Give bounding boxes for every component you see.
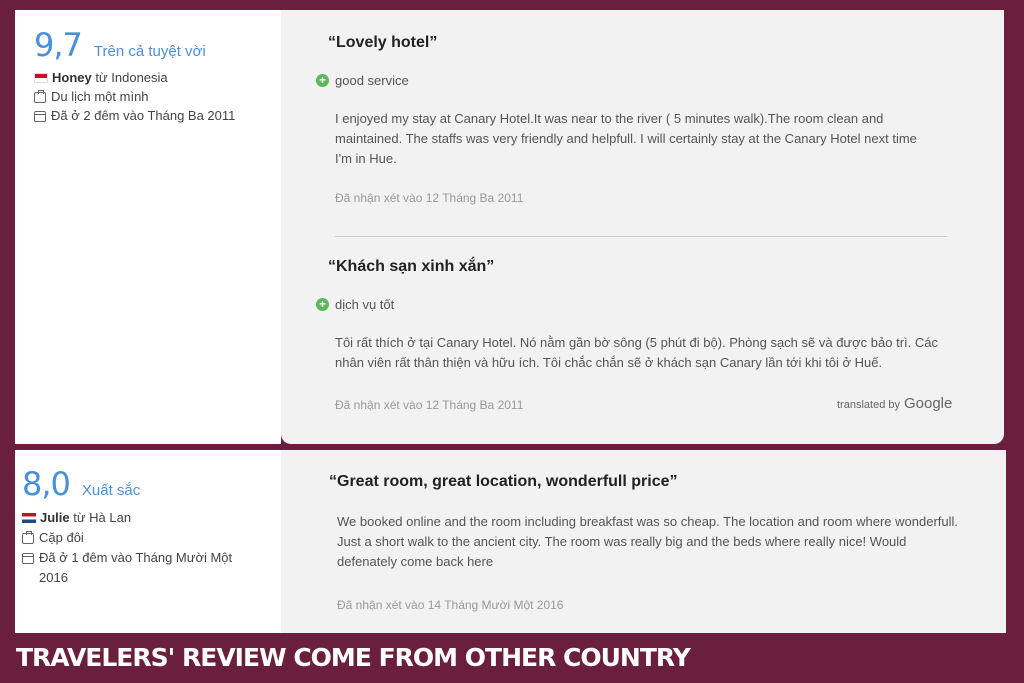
plus-icon: + (316, 74, 329, 87)
banner-caption: TRAVELERS' REVIEW COME FROM OTHER COUNTR… (16, 643, 691, 672)
calendar-icon (34, 111, 46, 122)
review-text: I enjoyed my stay at Canary Hotel.It was… (335, 111, 917, 166)
plus-icon: + (316, 298, 329, 311)
review-score: 9,7 Trên cả tuyệt vời (34, 26, 206, 64)
score-value: 8,0 (22, 465, 71, 503)
reviewer-origin: từ Hà Lan (69, 510, 132, 525)
review-title-translated: “Khách sạn xinh xắn” (328, 258, 495, 275)
flag-indonesia-icon (34, 73, 48, 83)
translated-by-label: translated by (837, 399, 900, 411)
reviewer-name: Honey (52, 70, 92, 85)
score-label: Trên cả tuyệt vời (93, 43, 206, 60)
flag-netherlands-icon (22, 513, 36, 523)
divider (335, 236, 947, 237)
stay-label: Đã ở 1 đêm vào Tháng Mười Một 2016 (39, 550, 233, 585)
positive-text-translated: dịch vụ tốt (335, 297, 395, 312)
review-date: Đã nhận xét vào 14 Tháng Mười Một 2016 (337, 598, 564, 612)
reviewer-name: Julie (40, 510, 70, 525)
review-text-translated: Tôi rất thích ở tại Canary Hotel. Nó nằm… (335, 335, 938, 370)
score-label: Xuất sắc (81, 482, 141, 499)
stay-label: Đã ở 2 đêm vào Tháng Ba 2011 (51, 108, 236, 123)
trip-type-label: Du lịch một mình (51, 89, 149, 104)
review-date-translated: Đã nhận xét vào 12 Tháng Ba 2011 (335, 398, 524, 412)
positive-text: good service (335, 73, 409, 88)
review-title: “Great room, great location, wonderfull … (329, 473, 678, 490)
review-title: “Lovely hotel” (328, 34, 438, 51)
translated-by-google[interactable]: translated by Google (837, 395, 952, 412)
stay-info: Đã ở 2 đêm vào Tháng Ba 2011 (34, 106, 235, 126)
positive-note-translated: + dịch vụ tốt (316, 297, 394, 312)
google-logo: Google (903, 395, 953, 412)
trip-type: Cặp đôi (22, 528, 84, 548)
stay-info: Đã ở 1 đêm vào Tháng Mười Một 2016 (22, 548, 262, 588)
reviewer-info: Honey từ Indonesia (34, 68, 168, 88)
calendar-icon (22, 553, 34, 564)
positive-note: + good service (316, 73, 409, 88)
trip-type: Du lịch một mình (34, 87, 149, 107)
reviewer-origin: từ Indonesia (91, 70, 168, 85)
reviewer-info: Julie từ Hà Lan (22, 508, 131, 528)
review-score: 8,0 Xuất sắc (22, 465, 140, 503)
suitcase-icon (34, 90, 46, 103)
review-date: Đã nhận xét vào 12 Tháng Ba 2011 (335, 191, 524, 205)
review-text: We booked online and the room including … (337, 514, 959, 569)
trip-type-label: Cặp đôi (39, 530, 84, 545)
suitcase-icon (22, 531, 34, 544)
score-value: 9,7 (34, 26, 83, 64)
